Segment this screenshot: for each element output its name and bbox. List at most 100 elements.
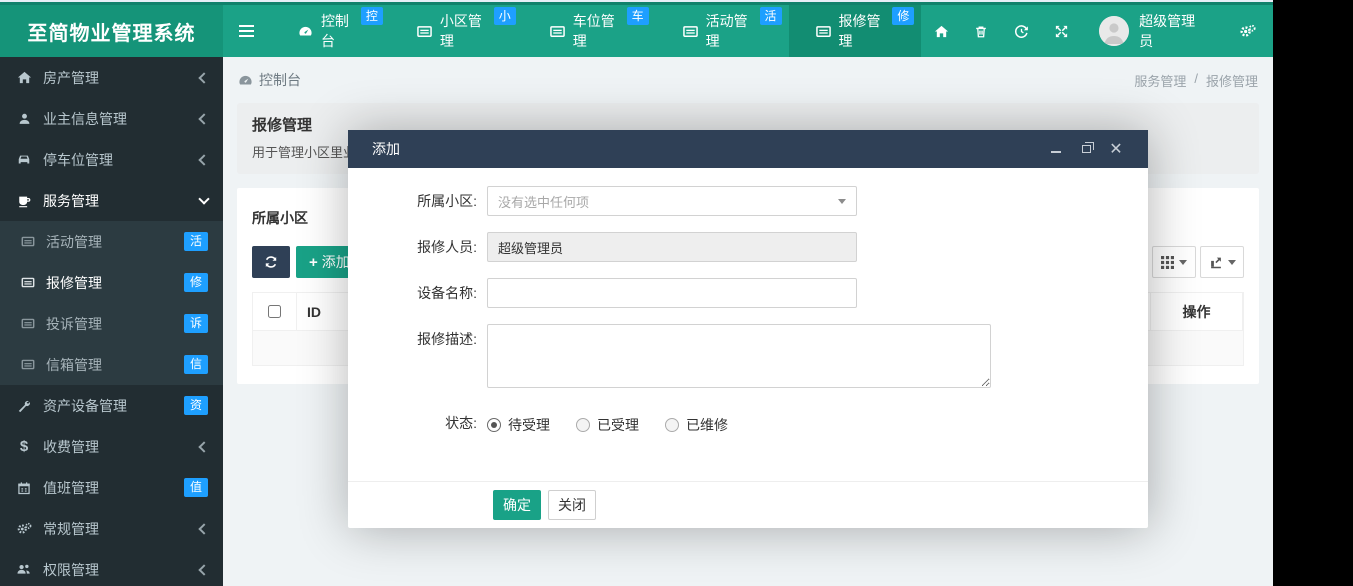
chevron-left-icon	[198, 113, 209, 124]
reporter-input[interactable]	[487, 232, 857, 262]
close-icon[interactable]: ✕	[1108, 141, 1124, 157]
sidebar-submenu-service: 活动管理 活 报修管理 修 投诉管理 诉 信箱管理 信	[0, 221, 223, 385]
description-textarea[interactable]	[487, 324, 991, 388]
status-option-label: 已维修	[686, 415, 728, 435]
top-header: 至简物业管理系统 控制台 控 小区管理 小 车	[0, 5, 1273, 57]
chevron-down-icon	[198, 193, 209, 204]
sidebar-item-label: 权限管理	[43, 560, 200, 580]
nav-badge: 车	[627, 7, 649, 25]
sidebar-item-mailbox[interactable]: 信箱管理 信	[0, 344, 223, 385]
table-header-action[interactable]: 操作	[1151, 293, 1243, 331]
sidebar-item-permissions[interactable]: 权限管理	[0, 549, 223, 586]
users-icon	[15, 563, 33, 576]
dollar-icon: $	[15, 439, 33, 454]
status-radio-repaired[interactable]: 已维修	[665, 415, 728, 435]
add-button-label: 添加	[322, 252, 350, 272]
sidebar-item-label: 房产管理	[43, 68, 200, 88]
status-radio-pending[interactable]: 待受理	[487, 415, 550, 435]
sidebar-item-label: 活动管理	[46, 232, 184, 252]
nav-badge: 修	[892, 7, 914, 25]
sidebar-item-label: 值班管理	[43, 478, 184, 498]
status-radio-accepted[interactable]: 已受理	[576, 415, 639, 435]
status-option-label: 已受理	[597, 415, 639, 435]
form-row-description: 报修描述:	[348, 324, 1148, 388]
form-row-reporter: 报修人员:	[348, 232, 1148, 262]
close-button[interactable]: 关闭	[548, 490, 596, 520]
gauge-icon	[238, 73, 253, 88]
table-tools	[1152, 246, 1244, 278]
sidebar-item-assets[interactable]: 资产设备管理 资	[0, 385, 223, 426]
device-label: 设备名称:	[348, 278, 487, 308]
calendar-icon	[15, 481, 33, 495]
sidebar-item-label: 停车位管理	[43, 150, 200, 170]
gauge-icon	[298, 24, 313, 39]
sidebar-item-label: 业主信息管理	[43, 109, 200, 129]
menu-badge: 资	[184, 396, 208, 415]
sidebar-item-fees[interactable]: $ 收费管理	[0, 426, 223, 467]
sidebar-item-duty[interactable]: 值班管理 值	[0, 467, 223, 508]
breadcrumb-left[interactable]: 控制台	[259, 70, 301, 90]
sidebar-item-repair[interactable]: 报修管理 修	[0, 262, 223, 303]
breadcrumb: 控制台 服务管理 / 报修管理	[223, 57, 1273, 103]
nav-item-repair[interactable]: 报修管理 修	[789, 5, 922, 57]
sidebar-toggle-button[interactable]	[223, 5, 271, 57]
sidebar-item-general[interactable]: 常规管理	[0, 508, 223, 549]
radio-icon	[665, 418, 679, 432]
menu-badge: 信	[184, 355, 208, 374]
nav-item-label: 报修管理	[839, 11, 895, 51]
device-input[interactable]	[487, 278, 857, 308]
nav-item-label: 车位管理	[573, 11, 629, 51]
app-logo[interactable]: 至简物业管理系统	[0, 5, 223, 57]
settings-gears-icon[interactable]	[1227, 5, 1267, 57]
user-menu[interactable]: 超级管理员	[1081, 5, 1227, 57]
list-icon	[19, 358, 37, 371]
refresh-icon	[264, 255, 278, 269]
sidebar-item-label: 收费管理	[43, 437, 200, 457]
caret-down-icon	[838, 199, 846, 204]
nav-item-community[interactable]: 小区管理 小	[390, 5, 523, 57]
sidebar-item-label: 服务管理	[43, 191, 200, 211]
nav-item-parking[interactable]: 车位管理 车	[523, 5, 656, 57]
columns-toggle-button[interactable]	[1152, 246, 1196, 278]
modal-footer: 确定 关闭	[348, 481, 1148, 528]
grid-icon	[1161, 256, 1174, 269]
history-icon[interactable]	[1001, 5, 1041, 57]
community-select[interactable]: 没有选中任何项	[487, 186, 857, 216]
select-all-checkbox[interactable]	[268, 305, 281, 318]
top-navbar: 控制台 控 小区管理 小 车位管理 车	[223, 5, 1273, 57]
refresh-button[interactable]	[252, 246, 290, 278]
caret-down-icon	[1179, 260, 1187, 265]
home-icon[interactable]	[921, 5, 961, 57]
sidebar: 房产管理 业主信息管理 停车位管理 服务管理 活动	[0, 57, 223, 586]
chevron-left-icon	[198, 72, 209, 83]
trash-icon[interactable]	[961, 5, 1001, 57]
description-label: 报修描述:	[348, 324, 487, 388]
fullscreen-icon[interactable]	[1041, 5, 1081, 57]
user-name: 超级管理员	[1139, 11, 1209, 51]
menu-badge: 值	[184, 478, 208, 497]
sidebar-item-complaint[interactable]: 投诉管理 诉	[0, 303, 223, 344]
list-icon	[550, 24, 565, 39]
list-icon	[417, 24, 432, 39]
table-header-checkbox-cell	[253, 293, 297, 331]
maximize-icon[interactable]	[1078, 141, 1094, 157]
status-label: 状态:	[348, 415, 487, 435]
sidebar-item-property[interactable]: 房产管理	[0, 57, 223, 98]
breadcrumb-parent[interactable]: 服务管理	[1134, 71, 1186, 90]
export-button[interactable]	[1200, 246, 1244, 278]
nav-item-label: 小区管理	[440, 11, 496, 51]
nav-item-console[interactable]: 控制台 控	[271, 5, 390, 57]
form-row-community: 所属小区: 没有选中任何项	[348, 186, 1148, 216]
status-option-label: 待受理	[508, 415, 550, 435]
modal-title: 添加	[372, 139, 400, 159]
nav-item-activity[interactable]: 活动管理 活	[656, 5, 789, 57]
confirm-button[interactable]: 确定	[493, 490, 541, 520]
chevron-left-icon	[198, 441, 209, 452]
sidebar-item-owner-info[interactable]: 业主信息管理	[0, 98, 223, 139]
sidebar-item-service[interactable]: 服务管理	[0, 180, 223, 221]
list-icon	[683, 24, 698, 39]
sidebar-item-parking-space[interactable]: 停车位管理	[0, 139, 223, 180]
sidebar-item-activity[interactable]: 活动管理 活	[0, 221, 223, 262]
minimize-icon[interactable]	[1048, 141, 1064, 157]
modal-header[interactable]: 添加 ✕	[348, 130, 1148, 168]
